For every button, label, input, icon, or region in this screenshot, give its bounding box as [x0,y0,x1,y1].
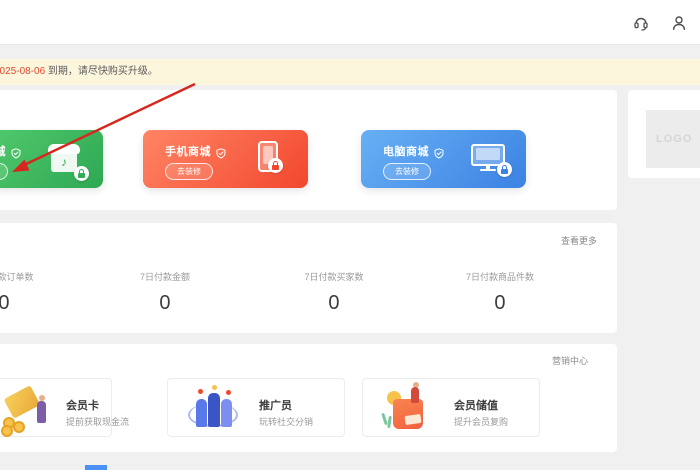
shop-card-title-row: 手机商城 [165,143,226,159]
marketing-card-subtitle: 提前获取现金流 [66,415,129,428]
stat-label: 7日付款订单数 [0,270,34,283]
logo-placeholder-box: LOGO [646,110,700,168]
stat-value: 0 [466,292,534,315]
user-account-icon[interactable] [670,14,688,32]
decorate-button[interactable]: 去装修 [0,163,8,180]
stat-value: 0 [0,292,34,315]
shop-card-title-row: 抖音商城 [0,143,21,159]
stat-paid-items: 7日付款商品件数 0 [466,270,534,315]
expiry-notice-text: 2025-08-06 到期，请尽快购买升级。 [0,59,158,85]
lock-badge-icon [268,158,283,173]
stat-value: 0 [304,292,363,315]
stat-label: 7日付款商品件数 [466,270,534,283]
stat-value: 0 [140,292,190,315]
shop-card-pc[interactable]: 电脑商城 去装修 [361,130,526,188]
decorate-button[interactable]: 去装修 [165,163,213,180]
shop-card-title: 手机商城 [165,143,211,159]
shop-card-title-row: 电脑商城 [383,143,444,159]
marketing-card-stored-value[interactable]: 会员储值 提升会员复购 [362,378,540,437]
verified-shield-icon [216,146,226,157]
decorate-button[interactable]: 去装修 [383,163,431,180]
marketing-card-subtitle: 玩转社交分销 [259,415,313,428]
view-more-link[interactable]: 查看更多 [561,234,597,247]
stat-paid-amount: 7日付款金额 0 [140,270,190,315]
lock-badge-icon [497,162,512,177]
lock-badge-icon [74,166,89,181]
monitor-icon [471,144,505,174]
marketing-card-promoter[interactable]: 推广员 玩转社交分销 [167,378,345,437]
expiry-message: 到期，请尽快购买升级。 [45,66,158,77]
promoter-people-illustration [188,385,238,431]
shop-card-douyin[interactable]: 抖音商城 去装修 [0,130,103,188]
marketing-card-member-card[interactable]: 会员卡 提前获取现金流 [0,378,112,437]
marketing-card-title: 推广员 [259,397,292,413]
support-headset-icon[interactable] [632,14,650,32]
stat-paid-buyers: 7日付款买家数 0 [304,270,363,315]
stored-value-bag-illustration [383,385,433,431]
marketing-card-subtitle: 提升会员复购 [454,415,508,428]
stat-label: 7日付款买家数 [304,270,363,283]
shop-card-title: 抖音商城 [0,143,6,159]
stat-paid-orders: 7日付款订单数 0 [0,270,34,315]
bottom-cropped-element [85,465,107,470]
stat-label: 7日付款金额 [140,270,190,283]
music-note-icon [51,152,77,172]
stats-panel: 查看更多 7日付款订单数 0 7日付款金额 0 7日付款买家数 0 7日付款商品… [0,223,617,333]
expiry-notice-banner: 2025-08-06 到期，请尽快购买升级。 [0,59,700,85]
phone-icon [258,141,278,172]
topbar [0,0,700,45]
shop-entry-panel: 抖音商城 去装修 手机商城 [0,90,617,210]
marketing-card-title: 会员卡 [66,397,99,413]
shop-card-mobile[interactable]: 手机商城 去装修 [143,130,308,188]
shop-card-title: 电脑商城 [383,143,429,159]
marketing-center-link[interactable]: 营销中心 [552,354,588,367]
marketing-panel: 营销中心 会员卡 提前获取现金流 推广员 玩转社交分销 [0,344,617,452]
expiry-date: 2025-08-06 [0,66,45,77]
dashboard-screen: 2025-08-06 到期，请尽快购买升级。 抖音商城 去装修 [0,0,700,470]
verified-shield-icon [11,146,21,157]
gold-vip-card-illustration [1,385,51,431]
verified-shield-icon [434,146,444,157]
marketing-card-title: 会员储值 [454,397,498,413]
logo-panel: LOGO [628,90,700,178]
logo-placeholder-text: LOGO [646,110,700,168]
storefront-icon [46,144,82,178]
